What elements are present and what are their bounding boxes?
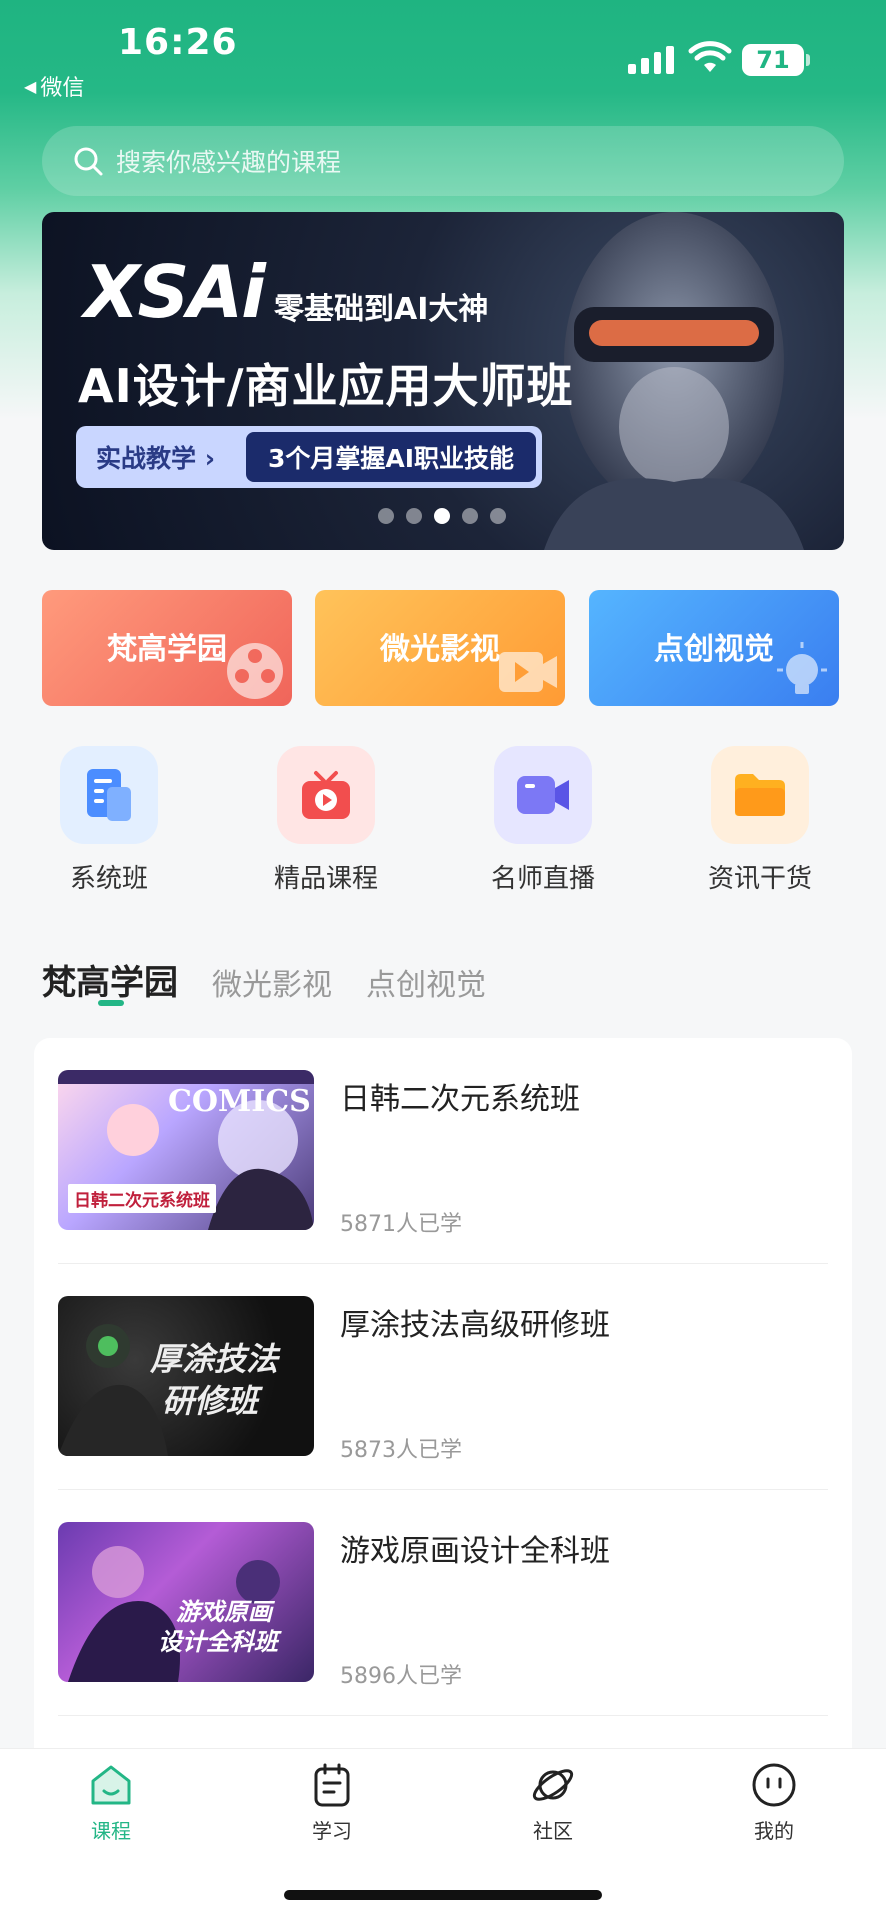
category-tabs: 梵高学园 微光影视 点创视觉	[42, 944, 486, 1004]
banner-title: AI设计/商业应用大师班	[78, 359, 574, 413]
home-icon	[91, 1765, 131, 1805]
quick-nav-label: 精品课程	[273, 864, 378, 894]
course-learners: 5896人已学	[340, 1664, 462, 1689]
thumb-top-text: COMICS	[168, 1084, 311, 1119]
smiley-face-icon	[752, 1763, 796, 1807]
quick-nav-premium-courses[interactable]: 精品课程	[246, 746, 406, 895]
thumb-caption: 厚涂技法	[150, 1340, 279, 1378]
planet-icon	[532, 1769, 574, 1801]
banner-tagline: 实战教学 › 3个月掌握AI职业技能	[76, 426, 542, 488]
bottom-tab-label: 课程	[91, 1819, 131, 1843]
course-list: COMICS 日韩二次元系统班 日韩二次元系统班 5871人已学 厚涂技法 研修…	[34, 1038, 852, 1798]
carousel-dot[interactable]	[462, 508, 478, 524]
course-thumbnail: 游戏原画 设计全科班	[58, 1522, 314, 1682]
back-app-label: 微信	[40, 76, 85, 101]
bottom-tab-community[interactable]: 社区	[493, 1761, 613, 1844]
carousel-dot-active[interactable]	[434, 508, 450, 524]
carousel-dot[interactable]	[406, 508, 422, 524]
signal-icon	[628, 44, 674, 74]
film-reel-icon	[227, 643, 283, 699]
active-tab-indicator	[98, 1000, 124, 1006]
course-title: 游戏原画设计全科班	[340, 1534, 610, 1569]
bottom-tab-study[interactable]: 学习	[272, 1761, 392, 1844]
bottom-tab-label: 学习	[312, 1819, 352, 1843]
bottom-tab-courses[interactable]: 课程	[51, 1761, 171, 1844]
bottom-tab-label: 社区	[533, 1819, 573, 1843]
search-placeholder: 搜索你感兴趣的课程	[116, 148, 342, 177]
bottom-tab-label: 我的	[754, 1819, 794, 1843]
document-icon	[60, 746, 158, 844]
category-cards: 梵高学园 微光影视 点创视觉	[42, 590, 844, 706]
course-item[interactable]: COMICS 日韩二次元系统班 日韩二次元系统班 5871人已学	[58, 1038, 828, 1264]
quick-nav-system-class[interactable]: 系统班	[29, 746, 189, 895]
battery-nub	[806, 54, 810, 66]
quick-nav-live[interactable]: 名师直播	[463, 746, 623, 895]
course-thumbnail: COMICS 日韩二次元系统班	[58, 1070, 314, 1230]
search-icon	[74, 147, 103, 176]
back-to-wechat[interactable]: ◀ 微信	[24, 70, 84, 102]
course-item[interactable]: 厚涂技法 研修班 厚涂技法高级研修班 5873人已学	[58, 1264, 828, 1490]
banner-pill-right: 3个月掌握AI职业技能	[246, 432, 536, 482]
banner-logo: XSAi	[84, 250, 266, 334]
carousel-dot[interactable]	[378, 508, 394, 524]
thumb-caption-2: 研修班	[162, 1382, 259, 1420]
search-bar[interactable]: 搜索你感兴趣的课程	[42, 126, 844, 196]
battery-indicator: 71	[742, 44, 804, 76]
video-play-icon	[499, 652, 557, 692]
thumb-caption: 日韩二次元系统班	[68, 1184, 216, 1213]
course-item[interactable]: 游戏原画 设计全科班 游戏原画设计全科班 5896人已学	[58, 1490, 828, 1716]
quick-nav-label: 资讯干货	[707, 864, 812, 894]
video-camera-icon	[494, 746, 592, 844]
quick-nav: 系统班 精品课程 名师直播 资讯干货	[0, 746, 886, 896]
folder-icon	[711, 746, 809, 844]
category-card-fangao[interactable]: 梵高学园	[42, 590, 292, 706]
lightbulb-icon	[777, 642, 827, 694]
quick-nav-news[interactable]: 资讯干货	[680, 746, 840, 895]
status-bar: 16:26 ◀ 微信 71	[0, 0, 886, 110]
quick-nav-label: 系统班	[69, 864, 148, 894]
tab-fangao[interactable]: 梵高学园	[42, 955, 178, 1004]
category-card-weiguang[interactable]: 微光影视	[315, 590, 565, 706]
tv-play-icon	[277, 746, 375, 844]
quick-nav-label: 名师直播	[490, 864, 595, 894]
bottom-tab-me[interactable]: 我的	[714, 1761, 834, 1844]
promo-banner[interactable]: XSAi 零基础到AI大神 AI设计/商业应用大师班 实战教学 › 3个月掌握A…	[42, 212, 844, 550]
notebook-icon	[314, 1763, 350, 1807]
carousel-dots[interactable]	[378, 508, 506, 524]
status-time: 16:26	[118, 22, 238, 63]
tab-weiguang[interactable]: 微光影视	[212, 960, 332, 1004]
course-thumbnail: 厚涂技法 研修班	[58, 1296, 314, 1456]
tab-dianchuang[interactable]: 点创视觉	[366, 960, 486, 1004]
banner-slogan: 零基础到AI大神	[274, 292, 489, 327]
home-indicator	[284, 1890, 602, 1900]
wifi-icon	[688, 41, 732, 72]
course-title: 日韩二次元系统班	[340, 1082, 580, 1117]
course-learners: 5873人已学	[340, 1438, 462, 1463]
thumb-caption-2: 设计全科班	[158, 1628, 278, 1656]
course-learners: 5871人已学	[340, 1212, 462, 1237]
course-title: 厚涂技法高级研修班	[340, 1308, 610, 1343]
carousel-dot[interactable]	[490, 508, 506, 524]
category-card-dianchuang[interactable]: 点创视觉	[589, 590, 839, 706]
back-arrow-icon: ◀	[24, 76, 37, 96]
